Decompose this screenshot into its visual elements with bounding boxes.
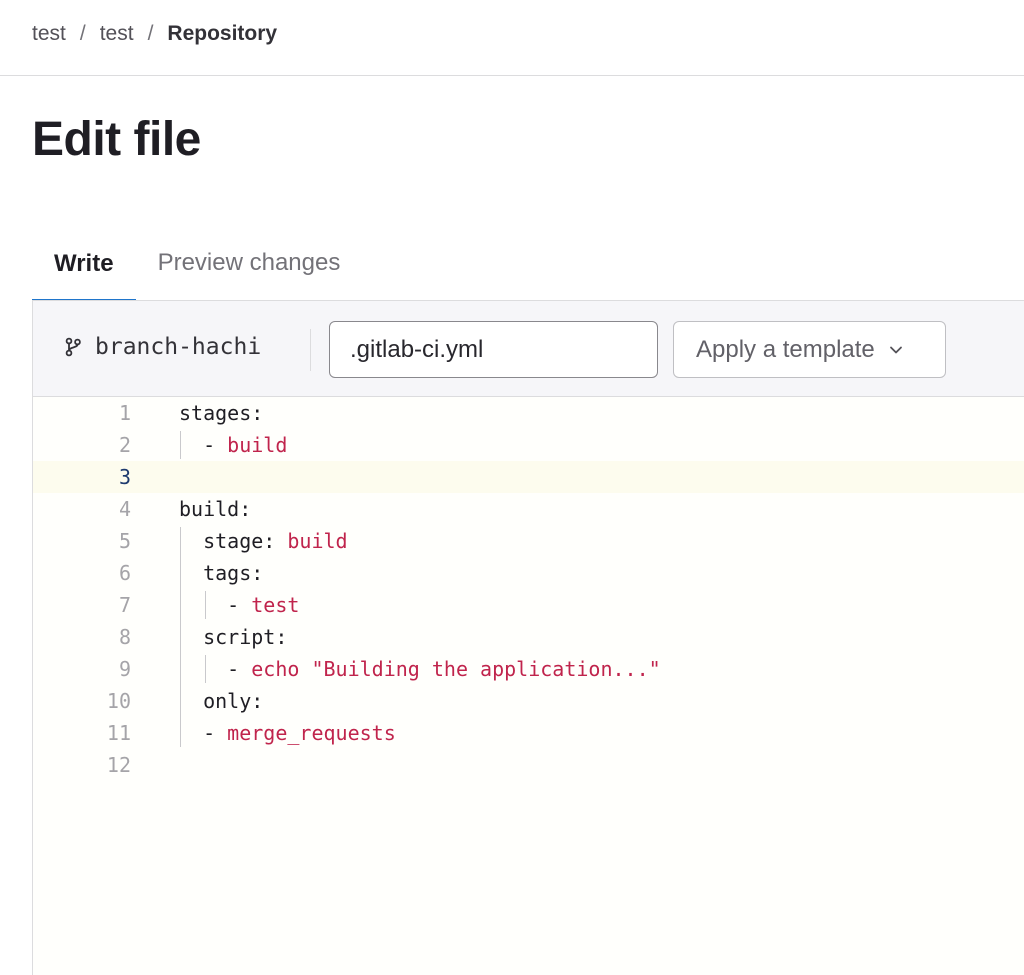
apply-template-dropdown[interactable]: Apply a template (673, 321, 946, 378)
branch-name: branch-hachi (95, 334, 262, 360)
code-token: - (179, 433, 228, 457)
breadcrumb-separator: / (147, 22, 154, 45)
file-name-input[interactable] (329, 321, 658, 378)
apply-template-label: Apply a template (696, 335, 875, 363)
code-token: - (179, 657, 252, 681)
branch-icon (65, 337, 81, 357)
line-text: - test (179, 589, 299, 621)
code-value-token: echo "Building the application..." (251, 657, 661, 681)
indent-guide (205, 591, 207, 619)
breadcrumb-current[interactable]: Repository (167, 22, 277, 46)
indent-guide (180, 527, 181, 747)
line-number: 9 (118, 657, 131, 681)
line-number: 5 (118, 529, 131, 553)
code-line[interactable]: 7 - test (33, 589, 1024, 621)
line-number: 2 (118, 433, 131, 457)
line-text: stage: build (179, 525, 348, 557)
code-value-token: build (287, 529, 348, 553)
code-line[interactable]: 9 - echo "Building the application..." (33, 653, 1024, 685)
line-number: 12 (106, 753, 131, 777)
code-line[interactable]: 5 stage: build (33, 525, 1024, 557)
line-number: 8 (118, 625, 131, 649)
line-number: 11 (106, 721, 131, 745)
tab-preview-changes[interactable]: Preview changes (136, 226, 363, 300)
code-token: only: (179, 689, 264, 713)
line-text: tags: (179, 557, 263, 589)
chevron-down-icon (889, 346, 902, 353)
line-text: - merge_requests (179, 717, 396, 749)
line-number: 1 (118, 401, 131, 425)
line-text: stages: (179, 397, 263, 429)
code-line[interactable]: 4 build: (33, 493, 1024, 525)
editor-toolbar: branch-hachi Apply a template (33, 301, 1024, 397)
code-line[interactable]: 2 - build (33, 429, 1024, 461)
code-line[interactable]: 8 script: (33, 621, 1024, 653)
line-number: 10 (106, 689, 131, 713)
line-text: only: (179, 685, 263, 717)
line-text: script: (179, 621, 287, 653)
header-divider (0, 75, 1024, 76)
editor-tabs: Write Preview changes (32, 226, 362, 302)
code-token: - (179, 593, 252, 617)
code-value-token: merge_requests (227, 721, 396, 745)
breadcrumb-separator: / (79, 22, 86, 45)
file-editor: branch-hachi Apply a template 1 stages: 2 … (32, 300, 1024, 975)
line-text: build: (179, 493, 251, 525)
tab-write[interactable]: Write (32, 226, 136, 302)
line-text: - echo "Building the application..." (179, 653, 661, 685)
line-number: 6 (118, 561, 131, 585)
toolbar-divider (310, 329, 311, 371)
breadcrumb: test / test / Repository (32, 20, 277, 48)
breadcrumb-item-test-2[interactable]: test (100, 22, 134, 46)
code-value-token: build (227, 433, 288, 457)
breadcrumb-item-test-1[interactable]: test (32, 22, 66, 46)
line-text: - build (179, 429, 287, 461)
line-number: 4 (118, 497, 131, 521)
code-line[interactable]: 10 only: (33, 685, 1024, 717)
code-token: - (179, 721, 228, 745)
line-number: 7 (118, 593, 131, 617)
branch-indicator: branch-hachi (65, 334, 261, 360)
code-token: tags: (179, 561, 264, 585)
code-editor[interactable]: 1 stages: 2 - build 3 4 build: 5 stage: build 6… (33, 397, 1024, 975)
code-token: stages: (179, 401, 264, 425)
code-line[interactable]: 6 tags: (33, 557, 1024, 589)
line-number: 3 (118, 465, 131, 489)
code-line[interactable]: 1 stages: (33, 397, 1024, 429)
code-token: build: (179, 497, 252, 521)
indent-guide (180, 431, 181, 459)
page-title: Edit file (32, 113, 201, 166)
code-line[interactable]: 11 - merge_requests (33, 717, 1024, 749)
code-token: script: (179, 625, 288, 649)
code-line[interactable]: 3 (33, 461, 1024, 493)
code-token: stage: (179, 529, 288, 553)
indent-guide (205, 655, 207, 683)
code-line[interactable]: 12 (33, 749, 1024, 781)
code-value-token: test (251, 593, 300, 617)
